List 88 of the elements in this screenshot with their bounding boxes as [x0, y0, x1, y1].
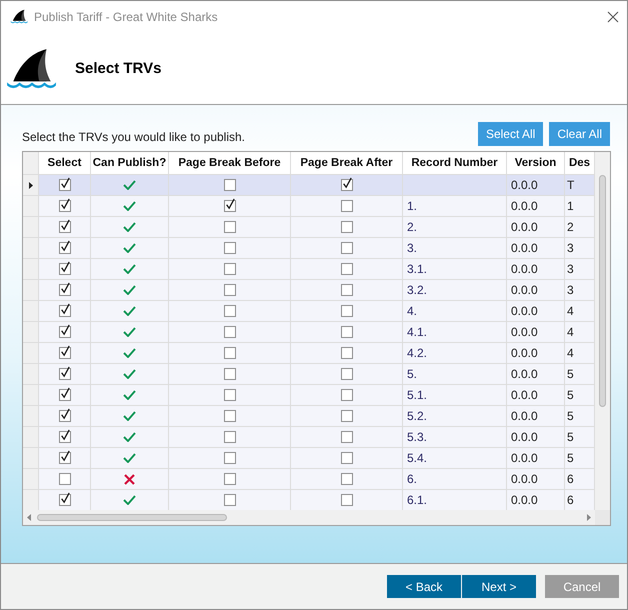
checkbox[interactable] [224, 221, 236, 233]
table-row[interactable]: 5.1. 0.0.0 5 [23, 385, 595, 406]
checkbox[interactable] [58, 431, 70, 443]
checkbox[interactable] [340, 179, 352, 191]
table-row[interactable]: 4.2. 0.0.0 4 [23, 343, 595, 364]
checkbox[interactable] [58, 200, 70, 212]
checkbox[interactable] [340, 284, 352, 296]
scroll-thumb[interactable] [37, 514, 227, 521]
table-row[interactable]: 0.0.0 T [23, 175, 595, 196]
checkbox[interactable] [58, 473, 70, 485]
row-header[interactable] [23, 175, 39, 196]
scroll-right-icon[interactable] [587, 514, 591, 521]
checkbox[interactable] [340, 494, 352, 506]
table-row[interactable]: 3.1. 0.0.0 3 [23, 259, 595, 280]
close-icon[interactable] [607, 10, 619, 22]
checkbox[interactable] [340, 410, 352, 422]
table-row[interactable]: 5. 0.0.0 5 [23, 364, 595, 385]
checkbox[interactable] [224, 473, 236, 485]
checkbox[interactable] [58, 284, 70, 296]
shark-fin-icon [10, 9, 28, 24]
horizontal-scrollbar[interactable] [23, 510, 595, 525]
column-header[interactable]: Can Publish? [91, 152, 169, 175]
checkbox[interactable] [340, 389, 352, 401]
vertical-scrollbar[interactable] [595, 152, 610, 510]
checkbox[interactable] [58, 494, 70, 506]
next-button[interactable]: Next > [462, 575, 536, 598]
checkbox[interactable] [224, 452, 236, 464]
table-row[interactable]: 4.1. 0.0.0 4 [23, 322, 595, 343]
checkbox[interactable] [224, 368, 236, 380]
column-header[interactable]: Record Number [403, 152, 507, 175]
checkbox[interactable] [58, 221, 70, 233]
checkbox[interactable] [340, 431, 352, 443]
table-row[interactable]: 5.4. 0.0.0 5 [23, 448, 595, 469]
checkbox[interactable] [224, 242, 236, 254]
table-row[interactable]: 3.2. 0.0.0 3 [23, 280, 595, 301]
scroll-left-icon[interactable] [27, 514, 31, 521]
checkbox[interactable] [340, 347, 352, 359]
checkbox[interactable] [58, 326, 70, 338]
scroll-thumb[interactable] [599, 175, 606, 407]
scrollbar-corner [595, 510, 610, 525]
checkbox[interactable] [224, 389, 236, 401]
table-row[interactable]: 6. 0.0.0 6 [23, 469, 595, 490]
checkbox[interactable] [224, 326, 236, 338]
column-header[interactable]: Page Break Before [169, 152, 291, 175]
checkbox[interactable] [340, 368, 352, 380]
checkbox[interactable] [58, 263, 70, 275]
column-header[interactable]: Des [565, 152, 595, 175]
page-title: Select TRVs [75, 60, 162, 76]
checkbox[interactable] [224, 347, 236, 359]
checkbox[interactable] [224, 200, 236, 212]
checkbox[interactable] [224, 410, 236, 422]
window-title: Publish Tariff - Great White Sharks [34, 10, 219, 24]
column-header[interactable]: Page Break After [291, 152, 403, 175]
checkbox[interactable] [58, 179, 70, 191]
column-header[interactable]: Select [39, 152, 91, 175]
back-button[interactable]: < Back [387, 575, 461, 598]
checkbox[interactable] [340, 326, 352, 338]
table-row[interactable]: 3. 0.0.0 3 [23, 238, 595, 259]
checkbox[interactable] [340, 473, 352, 485]
checkbox[interactable] [224, 431, 236, 443]
checkbox[interactable] [340, 452, 352, 464]
current-row-icon [28, 182, 32, 188]
checkbox[interactable] [340, 221, 352, 233]
checkbox[interactable] [58, 305, 70, 317]
checkbox[interactable] [224, 284, 236, 296]
checkbox[interactable] [224, 494, 236, 506]
table-row[interactable]: 5.2. 0.0.0 5 [23, 406, 595, 427]
checkbox[interactable] [58, 452, 70, 464]
checkbox[interactable] [340, 200, 352, 212]
checkbox[interactable] [58, 347, 70, 359]
checkbox[interactable] [340, 263, 352, 275]
table-row[interactable]: 1. 0.0.0 1 [23, 196, 595, 217]
table-row[interactable]: 2. 0.0.0 2 [23, 217, 595, 238]
shark-fin-logo [5, 47, 57, 89]
checkbox[interactable] [58, 389, 70, 401]
checkbox[interactable] [340, 305, 352, 317]
table-row[interactable]: 6.1. 0.0.0 6 [23, 490, 595, 510]
checkbox[interactable] [58, 368, 70, 380]
checkbox[interactable] [224, 305, 236, 317]
checkbox[interactable] [58, 410, 70, 422]
column-header[interactable]: Version [507, 152, 565, 175]
checkbox[interactable] [224, 179, 236, 191]
checkbox[interactable] [224, 263, 236, 275]
checkbox[interactable] [58, 242, 70, 254]
table-row[interactable]: 4. 0.0.0 4 [23, 301, 595, 322]
checkbox[interactable] [340, 242, 352, 254]
instruction-text: Select the TRVs you would like to publish. [22, 130, 246, 146]
table-row[interactable]: 5.3. 0.0.0 5 [23, 427, 595, 448]
